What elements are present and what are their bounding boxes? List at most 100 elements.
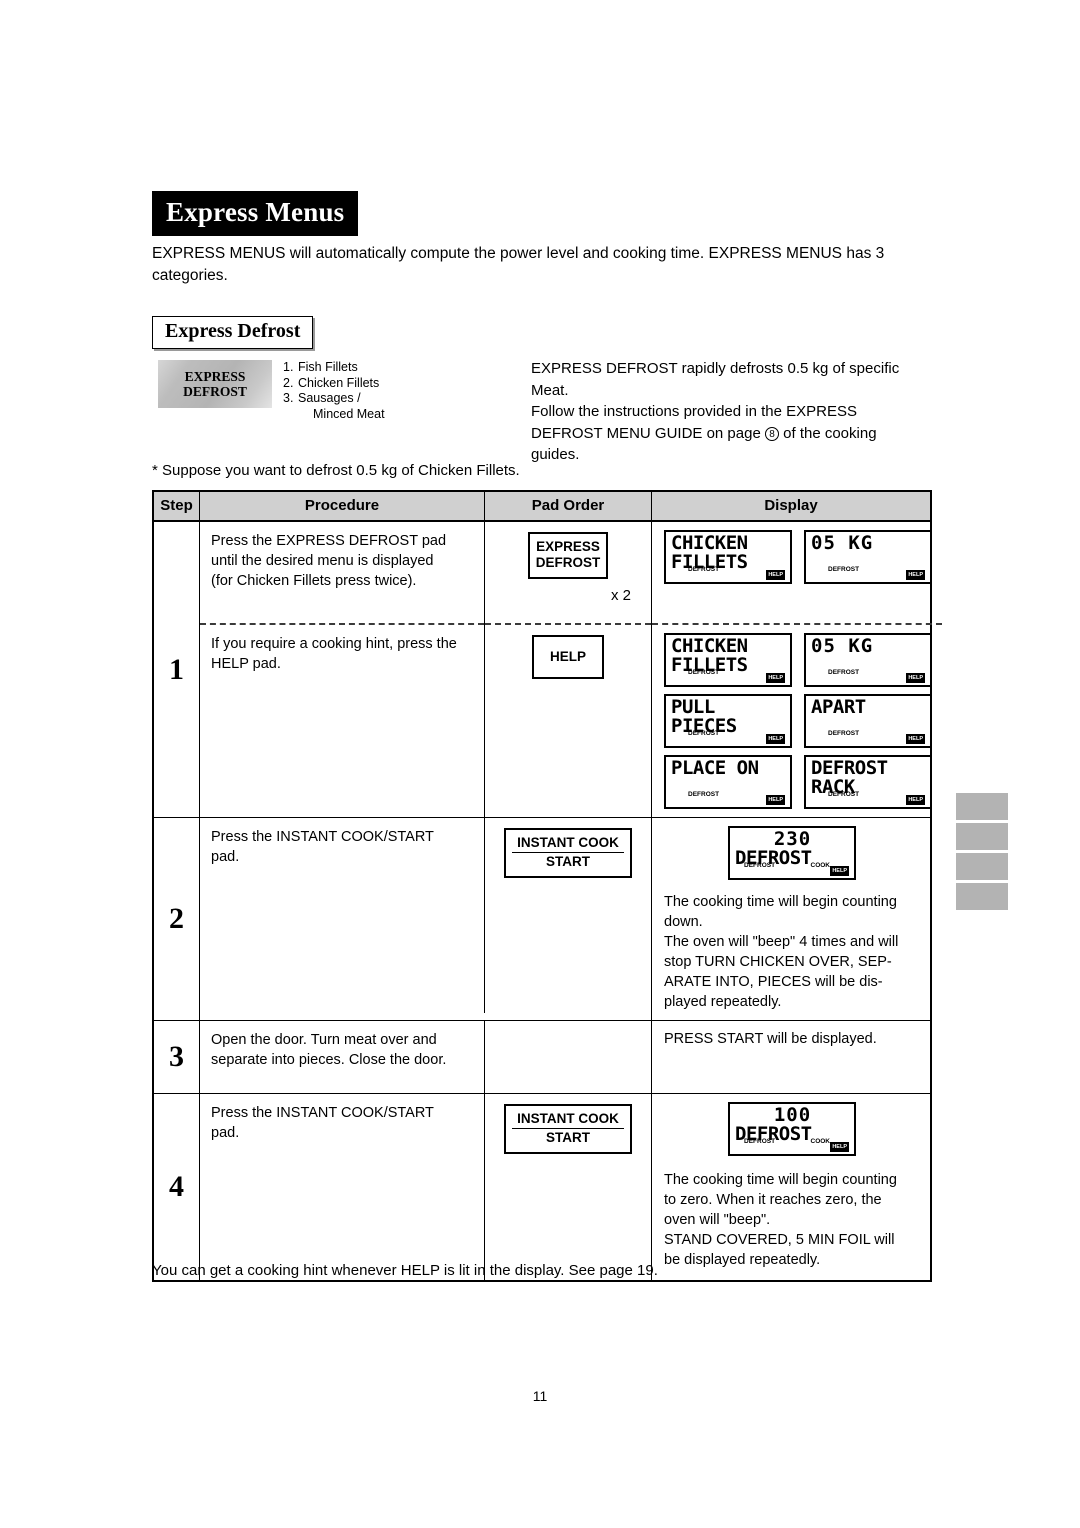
pad-order-group: INSTANT COOK START — [495, 828, 641, 878]
row-step-number: 3 — [154, 1021, 200, 1093]
menu-item-number — [283, 407, 298, 423]
description-line: guides. — [531, 446, 580, 463]
procedure-line: If you require a cooking hint, press the — [211, 636, 457, 652]
column-header-pad-order: Pad Order — [485, 492, 652, 520]
lcd-indicator-defrost: DEFROST — [744, 862, 776, 869]
display-description-line: down. — [664, 914, 703, 930]
lcd-indicator-defrost: DEFROST — [688, 791, 720, 798]
display-description: The cooking time will begin counting dow… — [664, 892, 920, 1012]
menu-item-number: 3. — [283, 391, 294, 405]
section-heading-express-defrost: Express Defrost — [152, 316, 314, 349]
lcd-indicator-help: HELP — [766, 673, 785, 683]
lcd-line1: 05 KG — [811, 635, 874, 657]
menu-item-number: 2. — [283, 375, 294, 390]
lcd-indicator-help: HELP — [906, 795, 925, 805]
row-step-number: 4 — [154, 1094, 200, 1280]
row-procedure-column: Press the EXPRESS DEFROST pad until the … — [200, 522, 485, 817]
lcd-indicator-help: HELP — [766, 570, 785, 580]
table-row: 4 Press the INSTANT COOK/START pad. INST… — [154, 1094, 930, 1280]
display-description-line: be displayed repeatedly. — [664, 1252, 821, 1268]
description-line: Meat. — [531, 381, 569, 399]
procedure-line: pad. — [211, 849, 240, 865]
procedure-text: If you require a cooking hint, press the… — [200, 623, 484, 817]
procedure-line: pad. — [211, 1125, 240, 1141]
lcd-display: 05 KG DEFROST HELP — [804, 633, 932, 687]
description-line: Follow the instructions provided in the … — [531, 403, 857, 420]
display-description-line: stop TURN CHICKEN OVER, SEP- — [664, 954, 892, 970]
index-tab-mark — [956, 883, 1008, 910]
pad-press-count: x 2 — [610, 587, 631, 604]
keypad-line1: INSTANT COOK — [512, 1111, 624, 1129]
pad-order-group: HELP — [495, 635, 641, 679]
lcd-text: 05 KG — [811, 637, 926, 656]
lcd-display: DEFROST RACK DEFROST HELP — [804, 755, 932, 809]
display-description-line: played repeatedly. — [664, 994, 782, 1010]
pad-order-empty — [485, 1021, 652, 1093]
table-row: 3 Open the door. Turn meat over and sepa… — [154, 1021, 930, 1094]
page-title: Express Menus — [152, 191, 359, 236]
lcd-text: APART — [811, 698, 926, 717]
instant-cook-start-keypad[interactable]: INSTANT COOK START — [504, 1104, 632, 1154]
express-defrost-menu-list: 1. Fish Fillets 2. Chicken Fillets 3. Sa… — [283, 360, 473, 422]
lcd-display: PLACE ON DEFROST HELP — [664, 755, 792, 809]
instant-cook-start-keypad[interactable]: INSTANT COOK START — [504, 828, 632, 878]
row-display-column: CHICKEN FILLETS DEFROST HELP 05 KG DEFRO… — [652, 522, 942, 817]
express-defrost-pad-graphic: EXPRESS DEFROST — [158, 360, 272, 408]
display-description: The cooking time will begin counting to … — [664, 1170, 920, 1270]
lcd-indicator-defrost: DEFROST — [828, 566, 860, 573]
lcd-center-wrap: 230 DEFROST DEFROST COOK HELP — [664, 826, 920, 880]
keypad-line2: START — [546, 854, 590, 869]
menu-item-label: Minced Meat — [313, 406, 385, 421]
lcd-indicator-help: HELP — [906, 570, 925, 580]
lcd-line1: APART — [811, 696, 866, 718]
lcd-pair: PLACE ON DEFROST HELP DEFROST RACK DEFRO… — [664, 755, 932, 809]
lcd-text: PLACE ON — [671, 759, 786, 778]
lcd-center-wrap: 100 DEFROST DEFROST COOK HELP — [664, 1102, 920, 1156]
lcd-display: CHICKEN FILLETS DEFROST HELP — [664, 530, 792, 584]
procedure-line: separate into pieces. Close the door. — [211, 1052, 447, 1068]
lcd-indicator-help: HELP — [766, 795, 785, 805]
lcd-line1: PLACE ON — [671, 757, 759, 779]
row-step-number: 2 — [154, 818, 200, 1020]
lcd-indicator-cook: COOK — [810, 1138, 831, 1145]
description-line-part-a: DEFROST MENU GUIDE on page — [531, 424, 761, 442]
display-description-line: STAND COVERED, 5 MIN FOIL will — [664, 1232, 895, 1248]
table-header-row: Step Procedure Pad Order Display — [154, 492, 930, 522]
menu-item-number: 1. — [283, 360, 294, 374]
keypad-line1: EXPRESS — [536, 539, 600, 554]
procedure-line: Press the INSTANT COOK/START — [211, 829, 434, 845]
lcd-line1: 05 KG — [811, 532, 874, 554]
procedure-line: (for Chicken Fillets press twice). — [211, 573, 417, 589]
lcd-indicator-defrost: DEFROST — [828, 791, 860, 798]
page-reference-circle: 8 — [764, 426, 779, 441]
pad-order-group: INSTANT COOK START — [495, 1104, 641, 1154]
display-description-line: ARATE INTO, PIECES will be dis- — [664, 974, 883, 990]
lcd-display: 230 DEFROST DEFROST COOK HELP — [728, 826, 856, 880]
description-line-with-page-ref: DEFROST MENU GUIDE on page 8 of the cook… — [531, 423, 936, 445]
description-line: EXPRESS DEFROST rapidly defrosts 0.5 kg … — [531, 360, 900, 377]
lcd-display: PULL PIECES DEFROST HELP — [664, 694, 792, 748]
index-tab-mark — [956, 853, 1008, 880]
express-defrost-keypad[interactable]: EXPRESS DEFROST — [527, 532, 609, 579]
display-description-line: The oven will "beep" 4 times and will — [664, 934, 899, 950]
display-description-line: PRESS START will be displayed. — [664, 1031, 877, 1047]
procedure-line: Open the door. Turn meat over and — [211, 1032, 437, 1048]
pad-graphic-line2: DEFROST — [183, 384, 247, 399]
index-tab-mark — [956, 793, 1008, 820]
manual-page: Express Menus EXPRESS MENUS will automat… — [0, 0, 1080, 1528]
help-keypad[interactable]: HELP — [532, 635, 604, 679]
lcd-pair: CHICKEN FILLETS DEFROST HELP 05 KG DEFRO… — [664, 633, 932, 687]
description-line-part-b: of the cooking — [783, 424, 877, 442]
pad-order-group: EXPRESS DEFROST — [495, 532, 641, 579]
display-description-line: to zero. When it reaches zero, the — [664, 1192, 882, 1208]
procedure-line: Press the INSTANT COOK/START — [211, 1105, 434, 1121]
display-description-line: The cooking time will begin counting — [664, 894, 897, 910]
menu-item-label: Sausages / — [298, 391, 361, 405]
column-header-display: Display — [764, 497, 818, 514]
lcd-display: 100 DEFROST DEFROST COOK HELP — [728, 1102, 856, 1156]
column-header-step: Step — [154, 492, 200, 520]
display-description: PRESS START will be displayed. — [664, 1029, 920, 1049]
display-description-line: oven will "beep". — [664, 1212, 771, 1228]
keypad-line2: DEFROST — [535, 555, 601, 570]
lcd-indicator-defrost: DEFROST — [828, 669, 860, 676]
